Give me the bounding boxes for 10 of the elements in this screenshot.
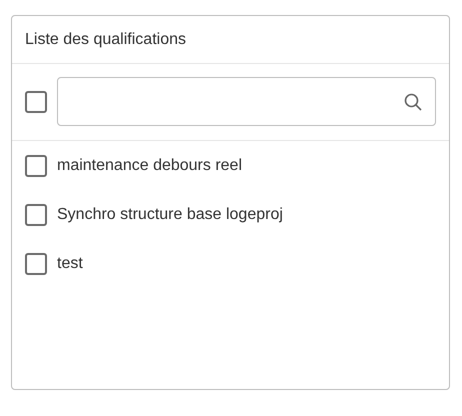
search-field[interactable] xyxy=(57,77,436,126)
search-icon xyxy=(403,92,423,112)
checkbox[interactable] xyxy=(25,90,47,112)
item-label[interactable]: maintenance debours reel xyxy=(57,156,242,174)
checkbox[interactable] xyxy=(25,154,47,176)
panel-title: Liste des qualifications xyxy=(25,30,186,48)
item-label[interactable]: test xyxy=(57,254,83,272)
item-label[interactable]: Synchro structure base logeproj xyxy=(57,206,283,224)
checkbox[interactable] xyxy=(25,204,47,226)
checkbox[interactable] xyxy=(25,252,47,274)
